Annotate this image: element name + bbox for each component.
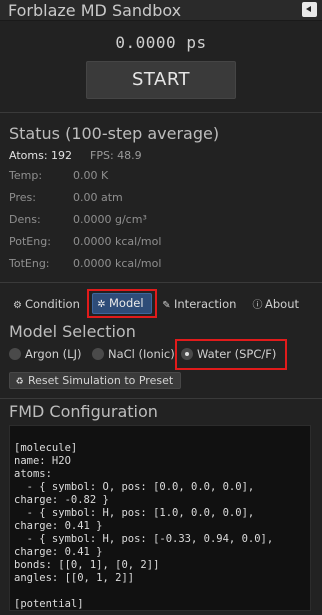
config-line: - { symbol: H, pos: [1.0, 0.0, 0.0], (14, 507, 255, 519)
config-line: charge: -0.82 } (14, 494, 109, 506)
tab-label: Interaction (174, 297, 237, 311)
start-button[interactable]: START (86, 61, 236, 99)
info-icon: ⓘ (252, 300, 263, 311)
stat-label: Pres: (9, 191, 36, 204)
model-selection-heading: Model Selection (9, 322, 136, 341)
stat-value: 0.0000 kcal/mol (73, 235, 162, 248)
reset-icon: ♻ (15, 377, 24, 387)
stat-label: PotEng: (9, 235, 51, 248)
gear-icon: ⚙ (13, 300, 22, 311)
highlight-box-model-tab (87, 289, 157, 318)
divider (0, 112, 322, 113)
status-row-dens: Dens: 0.0000 g/cm³ (0, 209, 322, 231)
reset-simulation-button[interactable]: ♻ Reset Simulation to Preset (9, 372, 181, 389)
radio-label: NaCl (Ionic) (108, 347, 175, 361)
radio-circle (92, 348, 104, 360)
reset-button-label: Reset Simulation to Preset (28, 374, 174, 387)
radio-argon[interactable]: Argon (LJ) (9, 346, 81, 362)
config-line: charge: 0.41 } (14, 546, 103, 558)
atom-count: Atoms: 192 (9, 149, 73, 162)
tab-about[interactable]: ⓘ About (252, 296, 300, 312)
config-line: charge: 0.41 } (14, 520, 103, 532)
stat-value: 0.00 atm (73, 191, 123, 204)
radio-circle (9, 348, 21, 360)
stat-label: Dens: (9, 213, 41, 226)
config-line: atoms: (14, 468, 52, 480)
status-row-pres: Pres: 0.00 atm (0, 187, 322, 209)
config-line: [potential] (14, 598, 84, 610)
divider (0, 282, 322, 283)
config-heading: FMD Configuration (9, 402, 158, 421)
divider (0, 398, 322, 399)
config-line: - { symbol: O, pos: [0.0, 0.0, 0.0], (14, 481, 255, 493)
config-line: angles: [[0, 1, 2]] (14, 572, 135, 584)
title-bar: Forblaze MD Sandbox (0, 0, 322, 21)
highlight-box-water-option (175, 339, 287, 370)
window-title: Forblaze MD Sandbox (8, 1, 182, 20)
config-editor[interactable]: [molecule] name: H2O atoms: - { symbol: … (9, 425, 311, 611)
config-line: [molecule] (14, 442, 78, 454)
status-row-poteng: PotEng: 0.0000 kcal/mol (0, 231, 322, 253)
config-line: bonds: [[0, 1], [0, 2]] (14, 559, 160, 571)
md-sandbox-panel: Forblaze MD Sandbox 0.0000 ps START Stat… (0, 0, 322, 615)
status-heading: Status (100-step average) (9, 124, 220, 143)
radio-label: Argon (LJ) (25, 347, 82, 361)
fps-readout: FPS: 48.9 (90, 149, 142, 162)
config-text: [molecule] name: H2O atoms: - { symbol: … (14, 429, 274, 610)
stat-value: 0.0000 g/cm³ (73, 213, 147, 226)
stat-value: 0.0000 kcal/mol (73, 257, 162, 270)
tab-condition[interactable]: ⚙ Condition (12, 296, 80, 312)
stat-label: Temp: (9, 169, 43, 182)
pencil-icon: ✎ (162, 300, 171, 311)
status-row-toteng: TotEng: 0.0000 kcal/mol (0, 253, 322, 275)
collapse-icon[interactable] (302, 2, 317, 17)
config-line: name: H2O (14, 455, 71, 467)
radio-nacl[interactable]: NaCl (Ionic) (92, 346, 175, 362)
sim-time-display: 0.0000 ps (115, 33, 207, 52)
stat-value: 0.00 K (73, 169, 109, 182)
status-row-temp: Temp: 0.00 K (0, 165, 322, 187)
tab-label: About (265, 297, 300, 311)
tab-interaction[interactable]: ✎ Interaction (161, 296, 236, 312)
tab-label: Condition (25, 297, 80, 311)
config-line: - { symbol: H, pos: [-0.33, 0.94, 0.0], (14, 533, 274, 545)
stat-label: TotEng: (9, 257, 50, 270)
